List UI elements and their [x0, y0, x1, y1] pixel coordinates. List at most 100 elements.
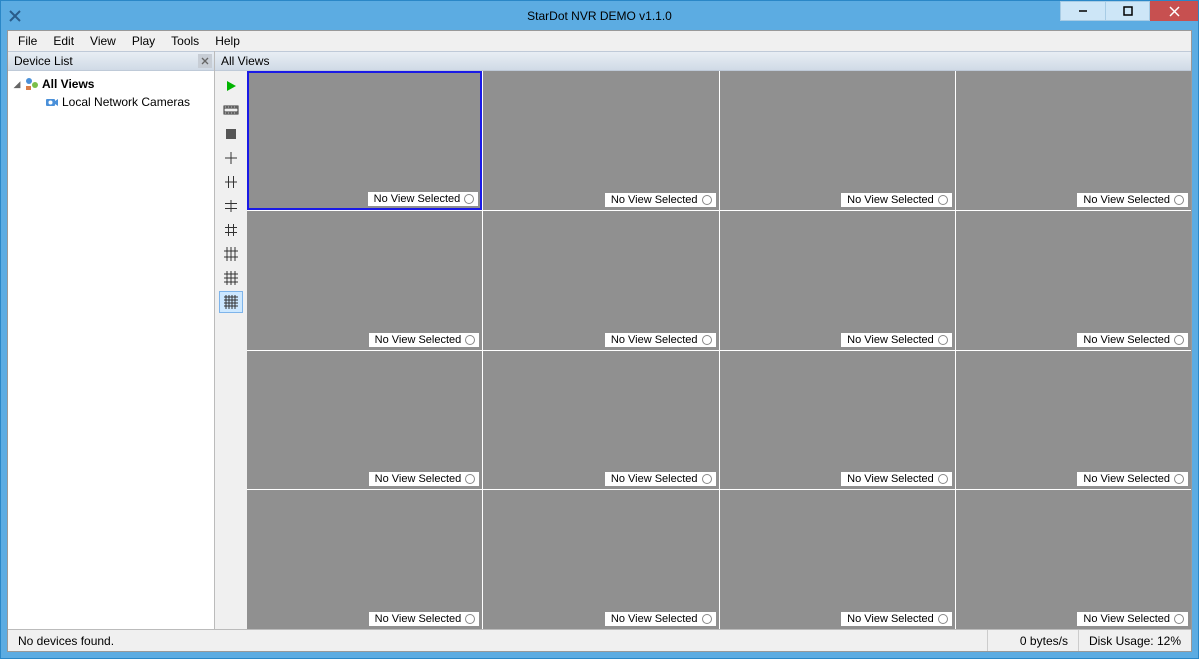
menubar: File Edit View Play Tools Help [8, 31, 1191, 51]
status-message: No devices found. [8, 630, 987, 651]
status-circle-icon [1174, 474, 1184, 484]
view-cell[interactable]: No View Selected [247, 490, 482, 629]
views-header: All Views [215, 51, 1191, 71]
status-circle-icon [465, 614, 475, 624]
device-tree[interactable]: ◢ All Views Local Network Cameras [8, 71, 214, 629]
view-cell-text: No View Selected [1083, 194, 1170, 206]
view-cell-text: No View Selected [375, 334, 462, 346]
view-cell[interactable]: No View Selected [720, 71, 955, 210]
view-cell[interactable]: No View Selected [247, 211, 482, 350]
grid-3x3-button[interactable] [219, 243, 243, 265]
view-cell[interactable]: No View Selected [956, 490, 1191, 629]
view-cell-text: No View Selected [847, 473, 934, 485]
views-body: No View Selected No View Selected No View … [215, 71, 1191, 629]
view-cell[interactable]: No View Selected [720, 351, 955, 490]
view-cell[interactable]: No View Selected [956, 211, 1191, 350]
content: Device List ◢ All Views [8, 51, 1191, 629]
play-button[interactable] [219, 75, 243, 97]
menu-edit[interactable]: Edit [45, 32, 82, 50]
menu-play[interactable]: Play [124, 32, 163, 50]
view-cell-label: No View Selected [841, 193, 952, 207]
status-circle-icon [1174, 614, 1184, 624]
status-circle-icon [938, 195, 948, 205]
view-cell-label: No View Selected [841, 333, 952, 347]
status-circle-icon [465, 474, 475, 484]
view-cell[interactable]: No View Selected [956, 71, 1191, 210]
grid-4x3-button[interactable] [219, 267, 243, 289]
views-title: All Views [221, 54, 269, 68]
panel-close-button[interactable] [198, 54, 212, 68]
view-cell[interactable]: No View Selected [483, 71, 718, 210]
grid-2x1-button[interactable] [219, 171, 243, 193]
view-cell[interactable]: No View Selected [483, 211, 718, 350]
tree-child-local-cameras[interactable]: Local Network Cameras [12, 93, 210, 111]
close-button[interactable] [1150, 1, 1198, 21]
app-icon [7, 8, 23, 24]
view-cell-label: No View Selected [368, 192, 479, 206]
titlebar[interactable]: StarDot NVR DEMO v1.1.0 [1, 1, 1198, 30]
view-cell[interactable]: No View Selected [483, 490, 718, 629]
view-cell[interactable]: No View Selected [720, 490, 955, 629]
grid-1x1-button[interactable] [219, 147, 243, 169]
view-cell-text: No View Selected [611, 473, 698, 485]
view-cell-label: No View Selected [1077, 612, 1188, 626]
view-cell-text: No View Selected [1083, 613, 1170, 625]
view-cell-text: No View Selected [375, 473, 462, 485]
status-circle-icon [464, 194, 474, 204]
view-cell-text: No View Selected [611, 613, 698, 625]
views-icon [24, 76, 40, 92]
status-disk: Disk Usage: 12% [1079, 630, 1191, 651]
status-circle-icon [702, 614, 712, 624]
view-cell-text: No View Selected [375, 613, 462, 625]
view-cell-text: No View Selected [374, 193, 461, 205]
view-cell-label: No View Selected [605, 612, 716, 626]
filmstrip-button[interactable] [219, 99, 243, 121]
window-title: StarDot NVR DEMO v1.1.0 [1, 9, 1198, 23]
tree-root-all-views[interactable]: ◢ All Views [12, 75, 210, 93]
grid-2x2-button[interactable] [219, 195, 243, 217]
view-cell[interactable]: No View Selected [483, 351, 718, 490]
view-cell[interactable]: No View Selected [720, 211, 955, 350]
view-cell[interactable]: No View Selected [247, 71, 482, 210]
view-cell-label: No View Selected [369, 472, 480, 486]
status-circle-icon [938, 474, 948, 484]
view-cell[interactable]: No View Selected [247, 351, 482, 490]
tree-expander-icon[interactable]: ◢ [12, 79, 22, 90]
status-rate: 0 bytes/s [988, 630, 1078, 651]
status-circle-icon [702, 195, 712, 205]
view-cell-label: No View Selected [841, 612, 952, 626]
view-cell-label: No View Selected [605, 193, 716, 207]
menu-tools[interactable]: Tools [163, 32, 207, 50]
app-window: StarDot NVR DEMO v1.1.0 File Edit View P… [0, 0, 1199, 659]
status-circle-icon [702, 474, 712, 484]
view-cell-label: No View Selected [369, 612, 480, 626]
view-cell-text: No View Selected [611, 194, 698, 206]
layout-toolbar [215, 71, 247, 629]
status-circle-icon [702, 335, 712, 345]
grid-4x4-button[interactable] [219, 291, 243, 313]
view-cell-label: No View Selected [1077, 333, 1188, 347]
views-panel: All Views [215, 51, 1191, 629]
stop-button[interactable] [219, 123, 243, 145]
client-area: File Edit View Play Tools Help Device Li… [7, 30, 1192, 652]
view-cell-text: No View Selected [847, 334, 934, 346]
view-cell-label: No View Selected [369, 333, 480, 347]
device-list-panel: Device List ◢ All Views [8, 51, 215, 629]
grid-3x2-button[interactable] [219, 219, 243, 241]
status-circle-icon [938, 335, 948, 345]
view-cell-label: No View Selected [841, 472, 952, 486]
tree-root-label: All Views [42, 77, 94, 91]
status-circle-icon [938, 614, 948, 624]
view-cell[interactable]: No View Selected [956, 351, 1191, 490]
view-cell-text: No View Selected [847, 613, 934, 625]
menu-view[interactable]: View [82, 32, 124, 50]
minimize-button[interactable] [1060, 1, 1105, 21]
view-cell-text: No View Selected [1083, 473, 1170, 485]
device-list-header: Device List [8, 51, 214, 71]
menu-file[interactable]: File [10, 32, 45, 50]
view-cell-text: No View Selected [847, 194, 934, 206]
view-cell-text: No View Selected [1083, 334, 1170, 346]
menu-help[interactable]: Help [207, 32, 248, 50]
maximize-button[interactable] [1105, 1, 1150, 21]
views-grid: No View Selected No View Selected No View … [247, 71, 1191, 629]
